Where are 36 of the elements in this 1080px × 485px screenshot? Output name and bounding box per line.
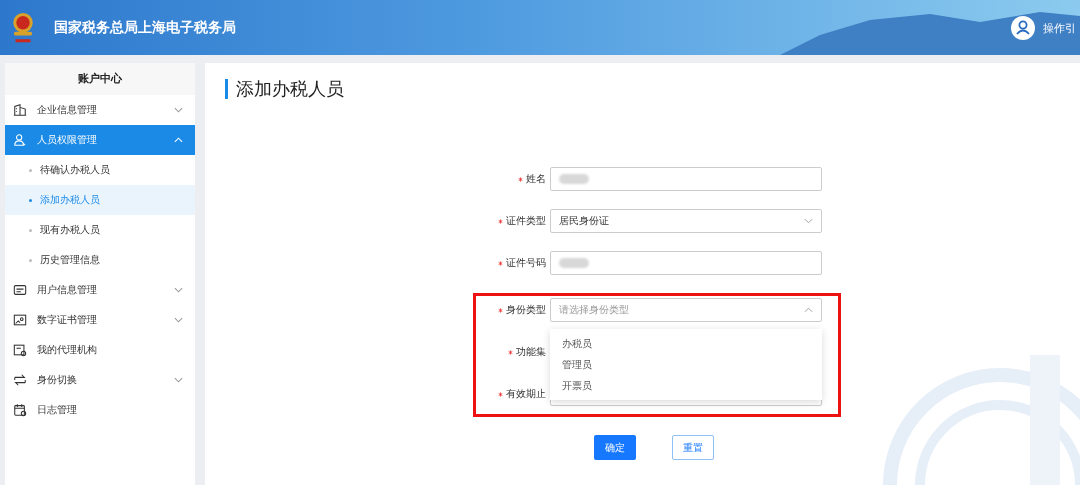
confirm-button[interactable]: 确定 — [594, 435, 636, 460]
site-title: 国家税务总局上海电子税务局 — [54, 18, 236, 37]
submenu-item[interactable]: 历史管理信息 — [5, 245, 195, 275]
page-title: 添加办税人员 — [225, 79, 1080, 99]
card-icon — [13, 283, 27, 297]
field-label: 身份类型 — [506, 303, 546, 317]
calendar-icon — [13, 403, 27, 417]
input-field[interactable] — [550, 167, 822, 191]
field-label: 有效期止 — [506, 387, 546, 401]
person-icon — [13, 133, 27, 147]
sidebar-item[interactable]: 身份切换 — [5, 365, 195, 395]
sidebar-item[interactable]: 日志管理 — [5, 395, 195, 425]
dropdown-option[interactable]: 开票员 — [550, 375, 822, 396]
sidebar-item[interactable]: 用户信息管理 — [5, 275, 195, 305]
dropdown-option[interactable]: 办税员 — [550, 333, 822, 354]
sidebar-item[interactable]: 我的代理机构 — [5, 335, 195, 365]
select-field[interactable]: 居民身份证 — [550, 209, 822, 233]
user-icon[interactable] — [1011, 16, 1035, 40]
building-icon — [13, 103, 27, 117]
field-label: 功能集 — [516, 345, 546, 359]
sidebar-title: 账户中心 — [5, 63, 195, 95]
guide-link[interactable]: 操作引 — [1043, 20, 1076, 36]
reset-button[interactable]: 重置 — [672, 435, 714, 460]
field-label: 姓名 — [526, 172, 546, 186]
submenu-item[interactable]: 现有办税人员 — [5, 215, 195, 245]
field-label: 证件类型 — [506, 214, 546, 228]
field-label: 证件号码 — [506, 256, 546, 270]
badge-icon — [13, 343, 27, 357]
sidebar-item[interactable]: 企业信息管理 — [5, 95, 195, 125]
dropdown-option[interactable]: 管理员 — [550, 354, 822, 375]
switch-icon — [13, 373, 27, 387]
input-field[interactable] — [550, 251, 822, 275]
sidebar-item[interactable]: 数字证书管理 — [5, 305, 195, 335]
sidebar-item[interactable]: 人员权限管理 — [5, 125, 195, 155]
submenu-item[interactable]: 待确认办税人员 — [5, 155, 195, 185]
picture-icon — [13, 313, 27, 327]
